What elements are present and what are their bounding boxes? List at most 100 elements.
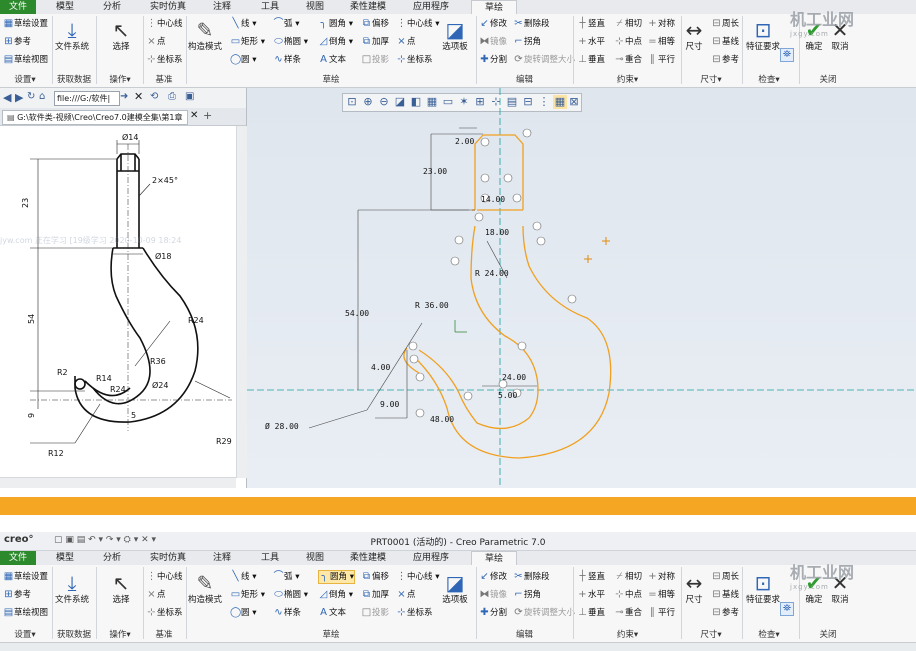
tab-annotation[interactable]: 注释: [205, 0, 239, 14]
construction-mode-button[interactable]: ✎ 构造模式: [187, 18, 223, 53]
references-button[interactable]: ⊞参考: [3, 36, 31, 48]
datum-point-button[interactable]: ×点: [146, 36, 165, 48]
perpendicular-constraint-button[interactable]: ⊥垂直: [577, 54, 605, 66]
url-field[interactable]: file:///G:/软件|: [54, 91, 120, 106]
fillet-button[interactable]: ╮ 圆角 ▾: [318, 18, 353, 30]
rotate-resize-button[interactable]: ⟳旋转调整大小: [513, 607, 575, 619]
baseline-button[interactable]: ⊟基线: [711, 589, 739, 601]
dimension-button[interactable]: ↔ 尺寸: [682, 18, 706, 53]
project-button[interactable]: □投影: [361, 607, 389, 619]
tab-file[interactable]: 文件: [0, 0, 36, 14]
equal-constraint-button[interactable]: =相等: [647, 589, 675, 601]
spline-button[interactable]: ∿样条: [273, 54, 301, 66]
inspect-toggle-button[interactable]: ⛯: [780, 48, 794, 62]
sketch-csys-button[interactable]: ⊹坐标系: [396, 54, 432, 66]
tangent-constraint-button[interactable]: ⌿ 相切: [614, 571, 643, 583]
divide-button[interactable]: ✚分割: [479, 54, 507, 66]
select-button[interactable]: ↖ 选择: [106, 571, 136, 606]
home-icon[interactable]: ⌂: [39, 91, 45, 102]
symmetric-constraint-button[interactable]: +对称: [647, 18, 675, 30]
sketch-view-button[interactable]: ▤草绘视图: [3, 607, 48, 619]
corner-button[interactable]: ⌐拐角: [513, 589, 541, 601]
chamfer-button[interactable]: ◿ 倒角 ▾: [318, 589, 353, 601]
datum-centerline-button[interactable]: ⋮中心线: [146, 18, 183, 30]
corner-button[interactable]: ⌐拐角: [513, 36, 541, 48]
save-icon[interactable]: ▣: [185, 91, 194, 102]
coincident-constraint-button[interactable]: ⊸重合: [614, 607, 642, 619]
sketch-setup-button[interactable]: ▦草绘设置: [3, 18, 48, 30]
sketch-view-button[interactable]: ▤草绘视图: [3, 54, 48, 66]
vertical-constraint-button[interactable]: ┼ 竖直: [577, 18, 605, 30]
fillet-button[interactable]: ╮ 圆角 ▾: [318, 570, 355, 584]
rectangle-button[interactable]: ▭矩形 ▾: [230, 36, 265, 48]
feature-requirements-button[interactable]: ⊡ 特征要求: [744, 18, 782, 53]
vertical-constraint-button[interactable]: ┼ 竖直: [577, 571, 605, 583]
circle-button[interactable]: ◯圆 ▾: [230, 54, 256, 66]
tab-close-icon[interactable]: ✕: [190, 110, 198, 121]
arc-button[interactable]: ⌒弧 ▾: [273, 571, 300, 583]
symmetric-constraint-button[interactable]: +对称: [647, 571, 675, 583]
thicken-button[interactable]: ⧉ 加厚: [361, 589, 389, 601]
offset-button[interactable]: ⧉ 偏移: [361, 18, 389, 30]
tab-analysis[interactable]: 分析: [95, 0, 129, 14]
datum-centerline-button[interactable]: ⋮中心线: [146, 571, 183, 583]
mirror-button[interactable]: ⧓镜像: [479, 36, 508, 48]
midpoint-constraint-button[interactable]: ⊹中点: [614, 589, 642, 601]
sketch-point-button[interactable]: ×点: [396, 36, 415, 48]
datum-point-button[interactable]: ×点: [146, 589, 165, 601]
equal-constraint-button[interactable]: =相等: [647, 36, 675, 48]
sketch-csys-button[interactable]: ⊹坐标系: [396, 607, 432, 619]
inspect-toggle-button[interactable]: ⛯: [780, 602, 794, 616]
file-system-button[interactable]: ⤓ 文件系统: [54, 571, 90, 606]
coincident-constraint-button[interactable]: ⊸重合: [614, 54, 642, 66]
circle-button[interactable]: ◯圆 ▾: [230, 607, 256, 619]
new-tab-icon[interactable]: +: [203, 109, 212, 122]
tab-view[interactable]: 视图: [298, 0, 332, 14]
tab-view[interactable]: 视图: [298, 551, 332, 565]
browser-tab[interactable]: ▤ G:\软件类-视频\Creo\Creo7.0建模全集\第1章: [2, 110, 188, 125]
tab-flexible-modeling[interactable]: 柔性建模: [343, 551, 393, 565]
chamfer-button[interactable]: ◿ 倒角 ▾: [318, 36, 353, 48]
text-button[interactable]: A 文本: [318, 607, 346, 619]
datum-csys-button[interactable]: ⊹坐标系: [146, 607, 182, 619]
print-icon[interactable]: ⎙: [168, 91, 176, 102]
construction-mode-button[interactable]: ✎ 构造模式: [187, 571, 223, 606]
tab-sketch[interactable]: 草绘: [471, 551, 517, 566]
perimeter-button[interactable]: ⊟周长: [711, 18, 739, 30]
go-icon[interactable]: ➜: [120, 91, 128, 102]
parallel-constraint-button[interactable]: ∥ 平行: [647, 607, 675, 619]
perpendicular-constraint-button[interactable]: ⊥垂直: [577, 607, 605, 619]
parallel-constraint-button[interactable]: ∥ 平行: [647, 54, 675, 66]
references-button[interactable]: ⊞参考: [3, 589, 31, 601]
feature-requirements-button[interactable]: ⊡ 特征要求: [744, 571, 782, 606]
palette-button[interactable]: ◪ 选项板: [438, 18, 472, 53]
rotate-resize-button[interactable]: ⟳旋转调整大小: [513, 54, 575, 66]
file-system-button[interactable]: ⤓ 文件系统: [54, 18, 90, 53]
palette-button[interactable]: ◪ 选项板: [438, 571, 472, 606]
midpoint-constraint-button[interactable]: ⊹中点: [614, 36, 642, 48]
line-button[interactable]: ╲ 线 ▾: [230, 571, 256, 583]
divide-button[interactable]: ✚分割: [479, 607, 507, 619]
tab-analysis[interactable]: 分析: [95, 551, 129, 565]
tab-model[interactable]: 模型: [48, 551, 82, 565]
datum-csys-button[interactable]: ⊹坐标系: [146, 54, 182, 66]
tab-annotation[interactable]: 注释: [205, 551, 239, 565]
horizontal-constraint-button[interactable]: +水平: [577, 36, 605, 48]
tab-applications[interactable]: 应用程序: [406, 0, 456, 14]
tab-realtime-sim[interactable]: 实时仿真: [143, 551, 193, 565]
ellipse-button[interactable]: ⬭椭圆 ▾: [273, 589, 308, 601]
modify-button[interactable]: ↙修改: [479, 571, 507, 583]
tab-tools[interactable]: 工具: [253, 551, 287, 565]
arc-button[interactable]: ⌒弧 ▾: [273, 18, 300, 30]
tab-realtime-sim[interactable]: 实时仿真: [143, 0, 193, 14]
tab-sketch[interactable]: 草绘: [471, 0, 517, 15]
tab-tools[interactable]: 工具: [253, 0, 287, 14]
stop-icon[interactable]: ✕: [134, 90, 143, 103]
rectangle-button[interactable]: ▭矩形 ▾: [230, 589, 265, 601]
sketch-setup-button[interactable]: ▦草绘设置: [3, 571, 48, 583]
tab-file[interactable]: 文件: [0, 551, 36, 565]
text-button[interactable]: A 文本: [318, 54, 346, 66]
delete-segment-button[interactable]: ✂删除段: [513, 18, 549, 30]
sketch-centerline-button[interactable]: ⋮中心线 ▾: [396, 18, 440, 30]
delete-segment-button[interactable]: ✂删除段: [513, 571, 549, 583]
